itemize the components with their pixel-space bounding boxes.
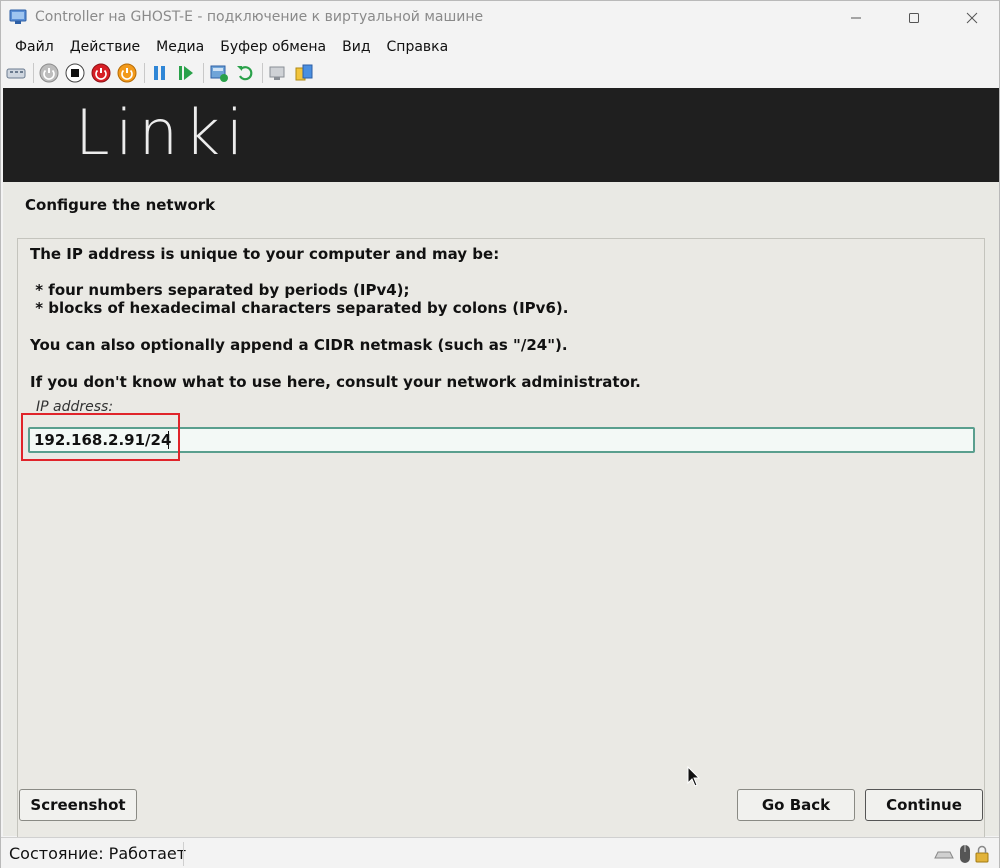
resume-button[interactable] xyxy=(175,62,197,84)
vm-screen[interactable]: Linki Configure the network The IP addre… xyxy=(3,88,999,850)
checkpoint-button[interactable] xyxy=(208,62,230,84)
close-icon xyxy=(966,12,978,24)
checkpoint-icon xyxy=(210,65,228,82)
banner-logo: Linki xyxy=(75,96,250,169)
mouse-cursor-icon xyxy=(687,766,701,787)
window-title: Controller на GHOST-E - подключение к ви… xyxy=(35,9,484,25)
ip-address-label: IP address: xyxy=(36,399,114,415)
menu-view[interactable]: Вид xyxy=(334,39,378,55)
menu-action[interactable]: Действие xyxy=(62,39,148,55)
vm-connection-window: Controller на GHOST-E - подключение к ви… xyxy=(0,0,1000,868)
text-caret xyxy=(168,431,169,449)
shutdown-icon xyxy=(91,63,111,83)
menu-help[interactable]: Справка xyxy=(379,39,457,55)
start-button[interactable] xyxy=(38,62,60,84)
toolbar xyxy=(1,59,999,87)
toolbar-separator xyxy=(203,63,204,83)
share-icon xyxy=(295,64,313,81)
status-state: Состояние: Работает xyxy=(9,844,187,863)
keyboard-icon xyxy=(934,851,954,859)
ctrl-alt-del-icon xyxy=(6,68,26,79)
ctrl-alt-del-button[interactable] xyxy=(5,62,27,84)
go-back-button[interactable]: Go Back xyxy=(737,789,855,821)
maximize-icon xyxy=(909,13,919,23)
toolbar-separator xyxy=(33,63,34,83)
resume-icon xyxy=(179,66,193,80)
turn-off-button[interactable] xyxy=(64,62,86,84)
menu-media[interactable]: Медиа xyxy=(148,39,212,55)
status-separator xyxy=(183,842,184,866)
share-button[interactable] xyxy=(293,62,315,84)
power-icon xyxy=(117,63,137,83)
description-line-1: The IP address is unique to your compute… xyxy=(30,245,500,263)
title-bar[interactable]: Controller на GHOST-E - подключение к ви… xyxy=(1,1,999,35)
ip-address-input[interactable] xyxy=(28,427,975,453)
status-bar: Состояние: Работает xyxy=(1,837,999,868)
section-title: Configure the network xyxy=(25,196,216,214)
menu-file[interactable]: Файл xyxy=(7,39,62,55)
status-tray xyxy=(933,844,989,864)
enhanced-session-icon xyxy=(269,66,285,80)
revert-icon xyxy=(237,66,253,81)
pause-button[interactable] xyxy=(149,62,171,84)
description-line-2: * four numbers separated by periods (IPv… xyxy=(30,281,410,299)
continue-button[interactable]: Continue xyxy=(865,789,983,821)
screenshot-button[interactable]: Screenshot xyxy=(19,789,137,821)
menu-bar: Файл Действие Медиа Буфер обмена Вид Спр… xyxy=(1,35,999,59)
description-line-5: If you don't know what to use here, cons… xyxy=(30,373,641,391)
start-icon xyxy=(39,63,59,83)
mouse-icon xyxy=(960,845,970,863)
maximize-button[interactable] xyxy=(891,1,937,35)
shutdown-button[interactable] xyxy=(90,62,112,84)
minimize-button[interactable] xyxy=(833,1,879,35)
enhanced-session-button[interactable] xyxy=(267,62,289,84)
vm-connect-app-icon xyxy=(9,9,27,24)
power-button[interactable] xyxy=(116,62,138,84)
turn-off-icon xyxy=(65,63,85,83)
lock-icon xyxy=(975,845,989,863)
content-panel: The IP address is unique to your compute… xyxy=(17,238,985,850)
toolbar-separator xyxy=(262,63,263,83)
pause-icon xyxy=(154,66,165,80)
description-line-3: * blocks of hexadecimal characters separ… xyxy=(30,299,569,317)
installer-banner: Linki xyxy=(3,88,999,182)
minimize-icon xyxy=(851,17,861,19)
description-line-4: You can also optionally append a CIDR ne… xyxy=(30,336,568,354)
menu-clipboard[interactable]: Буфер обмена xyxy=(212,39,334,55)
close-button[interactable] xyxy=(949,1,995,35)
revert-button[interactable] xyxy=(234,62,256,84)
toolbar-separator xyxy=(144,63,145,83)
